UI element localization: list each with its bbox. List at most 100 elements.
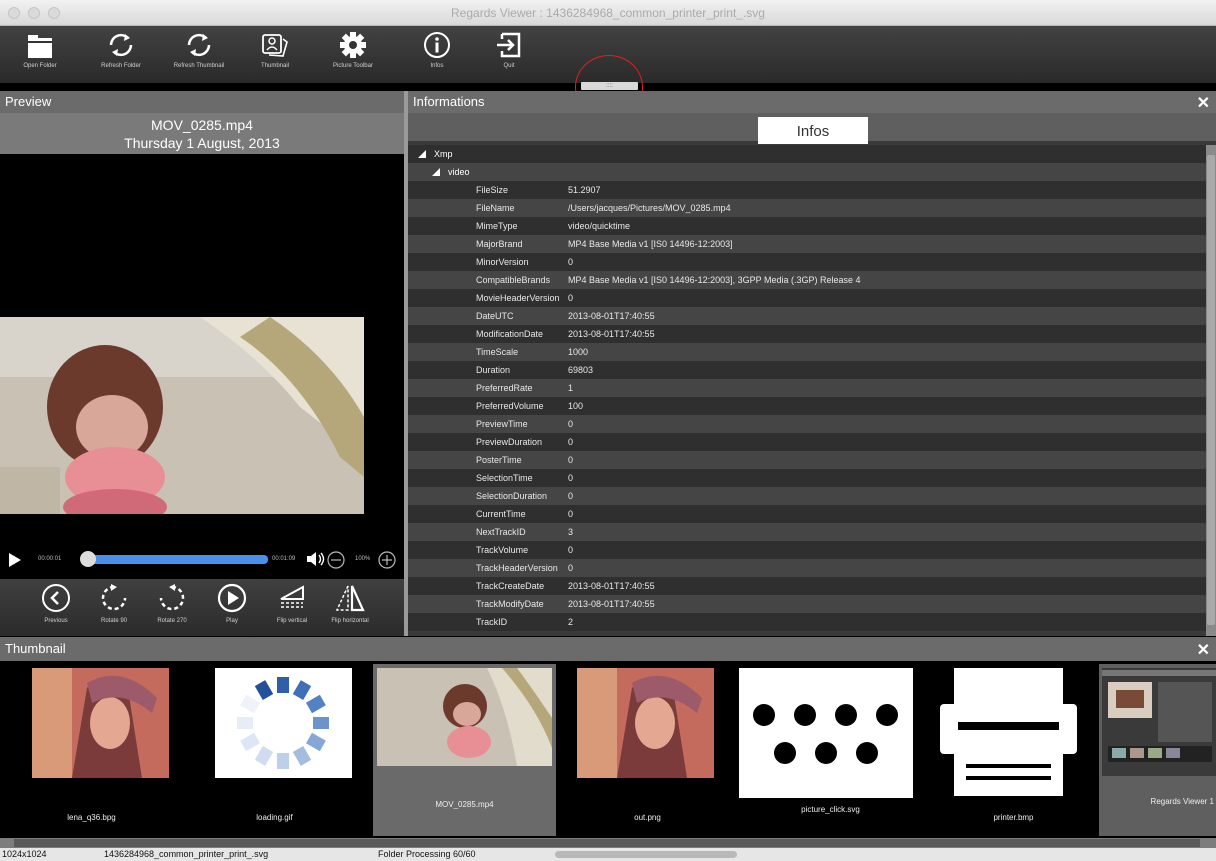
metadata-key: TrackHeaderVersion (476, 563, 558, 573)
zoom-in-icon[interactable] (378, 551, 396, 569)
scrollbar-thumb[interactable] (1207, 155, 1215, 625)
metadata-row[interactable]: FileName/Users/jacques/Pictures/MOV_0285… (408, 199, 1206, 217)
metadata-value: video/quicktime (568, 221, 631, 231)
metadata-row[interactable]: MovieHeaderVersion 0 (408, 289, 1206, 307)
picture-toolbar-button[interactable]: Picture Toolbar (318, 28, 388, 82)
thumbnail-caption: picture_click.svg (801, 805, 860, 814)
metadata-row[interactable]: PreferredRate 1 (408, 379, 1206, 397)
metadata-row[interactable]: PosterTime 0 (408, 451, 1206, 469)
thumbnail-image (1102, 668, 1216, 776)
metadata-value: 2013-08-01T17:40:55 (568, 311, 655, 321)
rotate-270-button[interactable]: Rotate 270 (142, 583, 202, 624)
metadata-value: 0 (568, 491, 574, 501)
tab-infos[interactable]: Infos (758, 117, 868, 144)
volume-level: 100% (355, 556, 371, 562)
metadata-row[interactable]: SelectionDuration 0 (408, 487, 1206, 505)
scrollbar-thumb[interactable] (14, 839, 1200, 847)
refresh-thumbnail-button[interactable]: Refresh Thumbnail (164, 28, 234, 82)
metadata-key: TrackCreateDate (476, 581, 545, 591)
thumbnail-item[interactable]: loading.gif (183, 664, 366, 836)
metadata-value: 0 (568, 455, 574, 465)
preview-file-info: MOV_0285.mp4 Thursday 1 August, 2013 (0, 113, 404, 154)
close-icon[interactable]: ✕ (1197, 93, 1210, 115)
metadata-value: 0 (568, 419, 574, 429)
thumbnail-caption: printer.bmp (993, 813, 1034, 822)
thumbnail-item-selected[interactable]: MOV_0285.mp4 (373, 664, 556, 836)
refresh-icon (109, 33, 133, 57)
rotate-90-button[interactable]: Rotate 90 (84, 583, 144, 624)
thumbnail-button[interactable]: Thumbnail (240, 28, 310, 82)
expand-triangle-icon[interactable] (418, 150, 426, 158)
flip-vertical-button[interactable]: Flip vertical (262, 583, 322, 624)
open-folder-button[interactable]: Open Folder (5, 28, 75, 82)
thumbnail-item[interactable]: out.png (556, 664, 739, 836)
thumbnail-item[interactable]: picture_click.svg (739, 664, 922, 836)
metadata-row[interactable]: PreviewDuration 0 (408, 433, 1206, 451)
tree-node-xmp[interactable]: Xmp (408, 145, 1206, 163)
total-time: 00:01:09 (272, 556, 296, 562)
refresh-folder-button[interactable]: Refresh Folder (86, 28, 156, 82)
flip-horizontal-button[interactable]: Flip horizontal (320, 583, 380, 624)
metadata-row[interactable]: NextTrackID 3 (408, 523, 1206, 541)
status-image-size: 1024x1024 (2, 849, 47, 859)
horizontal-scrollbar[interactable] (0, 838, 1216, 848)
thumbnail-item[interactable]: lena_q36.bpg (0, 664, 183, 836)
metadata-row[interactable]: MinorVersion 0 (408, 253, 1206, 271)
play-slideshow-button[interactable]: Play (202, 583, 262, 624)
metadata-row[interactable]: Duration 69803 (408, 361, 1206, 379)
metadata-row[interactable]: PreviewTime 0 (408, 415, 1206, 433)
metadata-value: 1000 (568, 347, 589, 357)
metadata-row[interactable]: PreferredVolume 100 (408, 397, 1206, 415)
metadata-row[interactable]: DateUTC 2013-08-01T17:40:55 (408, 307, 1206, 325)
quit-button[interactable]: Quit (474, 28, 544, 82)
vertical-scrollbar[interactable] (1206, 145, 1216, 636)
metadata-row[interactable]: TimeScale 1000 (408, 343, 1206, 361)
metadata-key: DateUTC (476, 311, 514, 321)
status-progress-bar (555, 851, 737, 858)
thumbnail-caption: lena_q36.bpg (67, 813, 116, 822)
metadata-key: PreviewTime (476, 419, 528, 429)
video-frame[interactable] (0, 317, 364, 514)
metadata-key: CompatibleBrands (476, 275, 551, 285)
metadata-row[interactable]: CompatibleBrands MP4 Base Media v1 [IS0 1… (408, 271, 1206, 289)
metadata-row[interactable]: TrackVolume 0 (408, 541, 1206, 559)
metadata-row[interactable]: TrackCreateDate 2013-08-01T17:40:55 (408, 577, 1206, 595)
thumbnail-item[interactable]: printer.bmp (922, 664, 1105, 836)
metadata-row[interactable]: MimeType video/quicktime (408, 217, 1206, 235)
expand-triangle-icon[interactable] (432, 168, 440, 176)
infos-button[interactable]: Infos (402, 28, 472, 82)
zoom-out-icon[interactable] (327, 551, 345, 569)
chevron-left-icon (42, 584, 70, 612)
metadata-row[interactable]: ModificationDate 2013-08-01T17:40:55 (408, 325, 1206, 343)
metadata-row[interactable]: CurrentTime 0 (408, 505, 1206, 523)
metadata-key: FileName (476, 203, 515, 213)
informations-header: Informations ✕ (408, 91, 1216, 113)
metadata-value: 69803 (568, 365, 594, 375)
metadata-key: SelectionTime (476, 473, 533, 483)
refresh-icon (187, 33, 211, 57)
status-processing: Folder Processing 60/60 (378, 849, 476, 859)
metadata-key: TrackVolume (476, 545, 529, 555)
close-icon[interactable]: ✕ (1197, 639, 1210, 663)
seek-knob[interactable] (79, 551, 96, 567)
rotate-right-icon (159, 584, 185, 611)
previous-button[interactable]: Previous (26, 583, 86, 624)
window-titlebar: Regards Viewer : 1436284968_common_print… (0, 0, 1216, 26)
tree-node-video[interactable]: video (408, 163, 1206, 181)
seek-track[interactable] (82, 555, 268, 564)
metadata-key: PreferredRate (476, 383, 533, 393)
thumbnail-item[interactable]: Regards Viewer 1 (1099, 664, 1216, 836)
exit-icon (497, 32, 521, 58)
metadata-value: 1 (568, 383, 574, 393)
metadata-row[interactable]: FileSize 51.2907 (408, 181, 1206, 199)
metadata-row[interactable]: TrackHeaderVersion 0 (408, 559, 1206, 577)
metadata-row[interactable]: TrackID 2 (408, 613, 1206, 631)
metadata-key: FileSize (476, 185, 509, 195)
metadata-key: MinorVersion (476, 257, 529, 267)
metadata-row[interactable]: TrackModifyDate 2013-08-01T17:40:55 (408, 595, 1206, 613)
metadata-row[interactable]: MajorBrand MP4 Base Media v1 [IS0 14496-1… (408, 235, 1206, 253)
gear-icon (340, 32, 366, 58)
metadata-row[interactable]: SelectionTime 0 (408, 469, 1206, 487)
play-icon[interactable] (8, 553, 22, 567)
volume-icon[interactable] (306, 551, 326, 567)
